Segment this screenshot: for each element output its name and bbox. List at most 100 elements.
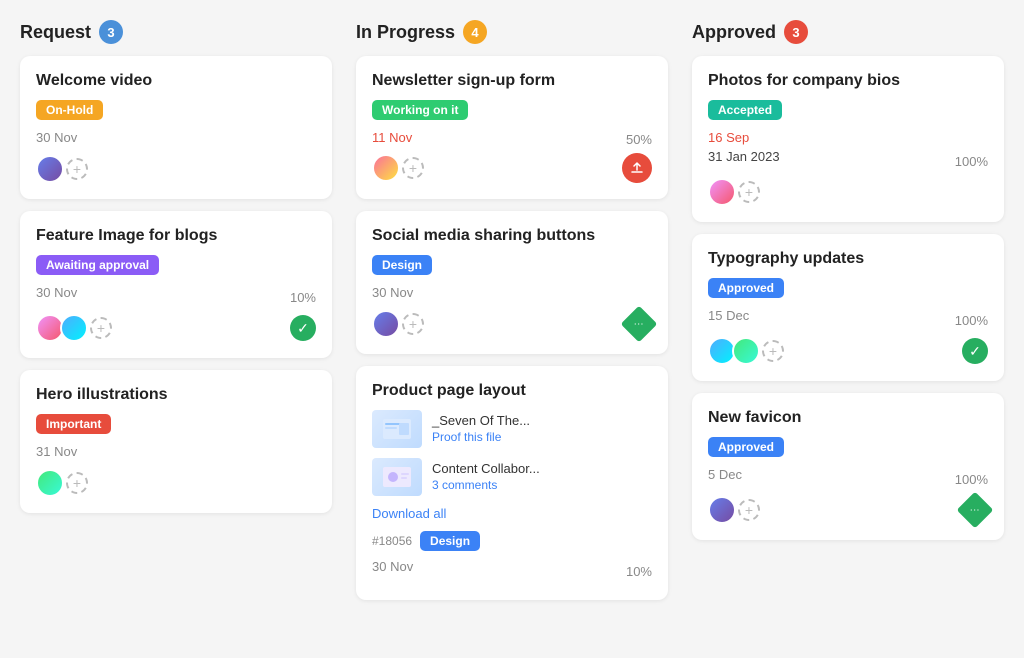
- percent-value: 10%: [626, 564, 652, 579]
- add-member-button[interactable]: +: [402, 313, 424, 335]
- avatar: [36, 469, 64, 497]
- card-title: Product page layout: [372, 382, 652, 400]
- tag-important: Important: [36, 414, 111, 434]
- card-newsletter: Newsletter sign-up form Working on it 11…: [356, 56, 668, 199]
- card-product-page: Product page layout _Seven Of The...: [356, 366, 668, 600]
- card-social-media: Social media sharing buttons Design 30 N…: [356, 211, 668, 354]
- column-in-progress: In Progress 4 Newsletter sign-up form Wo…: [356, 20, 668, 612]
- avatar: [708, 178, 736, 206]
- file-info-2: Content Collabor... 3 comments: [432, 461, 540, 494]
- percent-value: 100%: [955, 154, 988, 169]
- avatar: [372, 154, 400, 182]
- file-item-1: _Seven Of The... Proof this file: [372, 410, 652, 448]
- card-date-overdue: 16 Sep: [708, 130, 988, 145]
- more-inner: ⋯: [970, 505, 980, 516]
- card-title: Welcome video: [36, 72, 316, 90]
- add-member-button[interactable]: +: [402, 157, 424, 179]
- file-info-1: _Seven Of The... Proof this file: [432, 413, 530, 446]
- column-approved: Approved 3 Photos for company bios Accep…: [692, 20, 1004, 612]
- column-request: Request 3 Welcome video On-Hold 30 Nov +…: [20, 20, 332, 612]
- card-hero-illustrations: Hero illustrations Important 31 Nov +: [20, 370, 332, 513]
- avatar-group: +: [36, 469, 88, 497]
- add-member-button[interactable]: +: [738, 181, 760, 203]
- card-date: 30 Nov: [36, 285, 77, 300]
- tag-approved: Approved: [708, 278, 784, 298]
- avatar: [372, 310, 400, 338]
- card-date: 30 Nov: [372, 285, 652, 300]
- column-badge-request: 3: [99, 20, 123, 44]
- card-title: New favicon: [708, 409, 988, 427]
- percent-value: 50%: [626, 132, 652, 147]
- avatar: [60, 314, 88, 342]
- avatar-group: +: [36, 314, 112, 342]
- column-title-in-progress: In Progress: [356, 22, 455, 43]
- add-member-button[interactable]: +: [66, 158, 88, 180]
- column-badge-approved: 3: [784, 20, 808, 44]
- avatar-group: +: [708, 496, 760, 524]
- percent-value: 100%: [955, 472, 988, 487]
- column-title-request: Request: [20, 22, 91, 43]
- card-date: 30 Nov: [36, 130, 316, 145]
- card-date-overdue: 11 Nov: [372, 130, 412, 145]
- column-title-approved: Approved: [692, 22, 776, 43]
- avatar-group: +: [708, 337, 784, 365]
- tag-working-on-it: Working on it: [372, 100, 468, 120]
- avatar: [708, 496, 736, 524]
- proof-file-link[interactable]: Proof this file: [432, 430, 501, 444]
- card-title: Typography updates: [708, 250, 988, 268]
- column-header-in-progress: In Progress 4: [356, 20, 668, 44]
- card-title: Feature Image for blogs: [36, 227, 316, 245]
- card-footer: +: [708, 178, 988, 206]
- card-date: 5 Dec: [708, 467, 742, 482]
- card-footer: + ⋯: [372, 310, 652, 338]
- card-title: Hero illustrations: [36, 386, 316, 404]
- tag-accepted: Accepted: [708, 100, 782, 120]
- card-welcome-video: Welcome video On-Hold 30 Nov +: [20, 56, 332, 199]
- card-footer: + ⋯: [708, 496, 988, 524]
- avatar-group: +: [36, 155, 88, 183]
- card-footer: +: [36, 469, 316, 497]
- card-new-favicon: New favicon Approved 5 Dec 100% + ⋯: [692, 393, 1004, 540]
- column-badge-in-progress: 4: [463, 20, 487, 44]
- card-title: Photos for company bios: [708, 72, 988, 90]
- tag-design: Design: [372, 255, 432, 275]
- card-date: 30 Nov: [372, 559, 413, 574]
- diamond-inner: ⋯: [634, 319, 644, 330]
- tag-on-hold: On-Hold: [36, 100, 103, 120]
- status-icon-check: ✓: [962, 338, 988, 364]
- thumb-image-2: [372, 458, 422, 496]
- tag-approved: Approved: [708, 437, 784, 457]
- avatar-group: +: [708, 178, 760, 206]
- card-footer: +: [372, 153, 652, 183]
- card-footer: + ✓: [36, 314, 316, 342]
- download-all-link[interactable]: Download all: [372, 506, 652, 521]
- avatar: [732, 337, 760, 365]
- avatar-group: +: [372, 310, 424, 338]
- add-member-button[interactable]: +: [66, 472, 88, 494]
- kanban-board: Request 3 Welcome video On-Hold 30 Nov +…: [20, 20, 1004, 612]
- card-id: #18056: [372, 534, 412, 548]
- card-photos-bios: Photos for company bios Accepted 16 Sep …: [692, 56, 1004, 222]
- percent-value: 10%: [290, 290, 316, 305]
- avatar: [36, 155, 64, 183]
- file-name-1: _Seven Of The...: [432, 413, 530, 428]
- card-title: Newsletter sign-up form: [372, 72, 652, 90]
- card-footer: +: [36, 155, 316, 183]
- add-member-button[interactable]: +: [738, 499, 760, 521]
- comments-link[interactable]: 3 comments: [432, 478, 497, 492]
- column-header-approved: Approved 3: [692, 20, 1004, 44]
- card-title: Social media sharing buttons: [372, 227, 652, 245]
- add-member-button[interactable]: +: [90, 317, 112, 339]
- card-meta: #18056 Design: [372, 531, 652, 551]
- file-name-2: Content Collabor...: [432, 461, 540, 476]
- status-icon-more: ⋯: [957, 492, 994, 529]
- add-member-button[interactable]: +: [762, 340, 784, 362]
- avatar-group: +: [372, 154, 424, 182]
- tag-design-meta: Design: [420, 531, 480, 551]
- column-header-request: Request 3: [20, 20, 332, 44]
- tag-awaiting-approval: Awaiting approval: [36, 255, 159, 275]
- file-thumbnail-2: [372, 458, 422, 496]
- status-icon-check: ✓: [290, 315, 316, 341]
- card-date: 15 Dec: [708, 308, 749, 323]
- percent-value: 100%: [955, 313, 988, 328]
